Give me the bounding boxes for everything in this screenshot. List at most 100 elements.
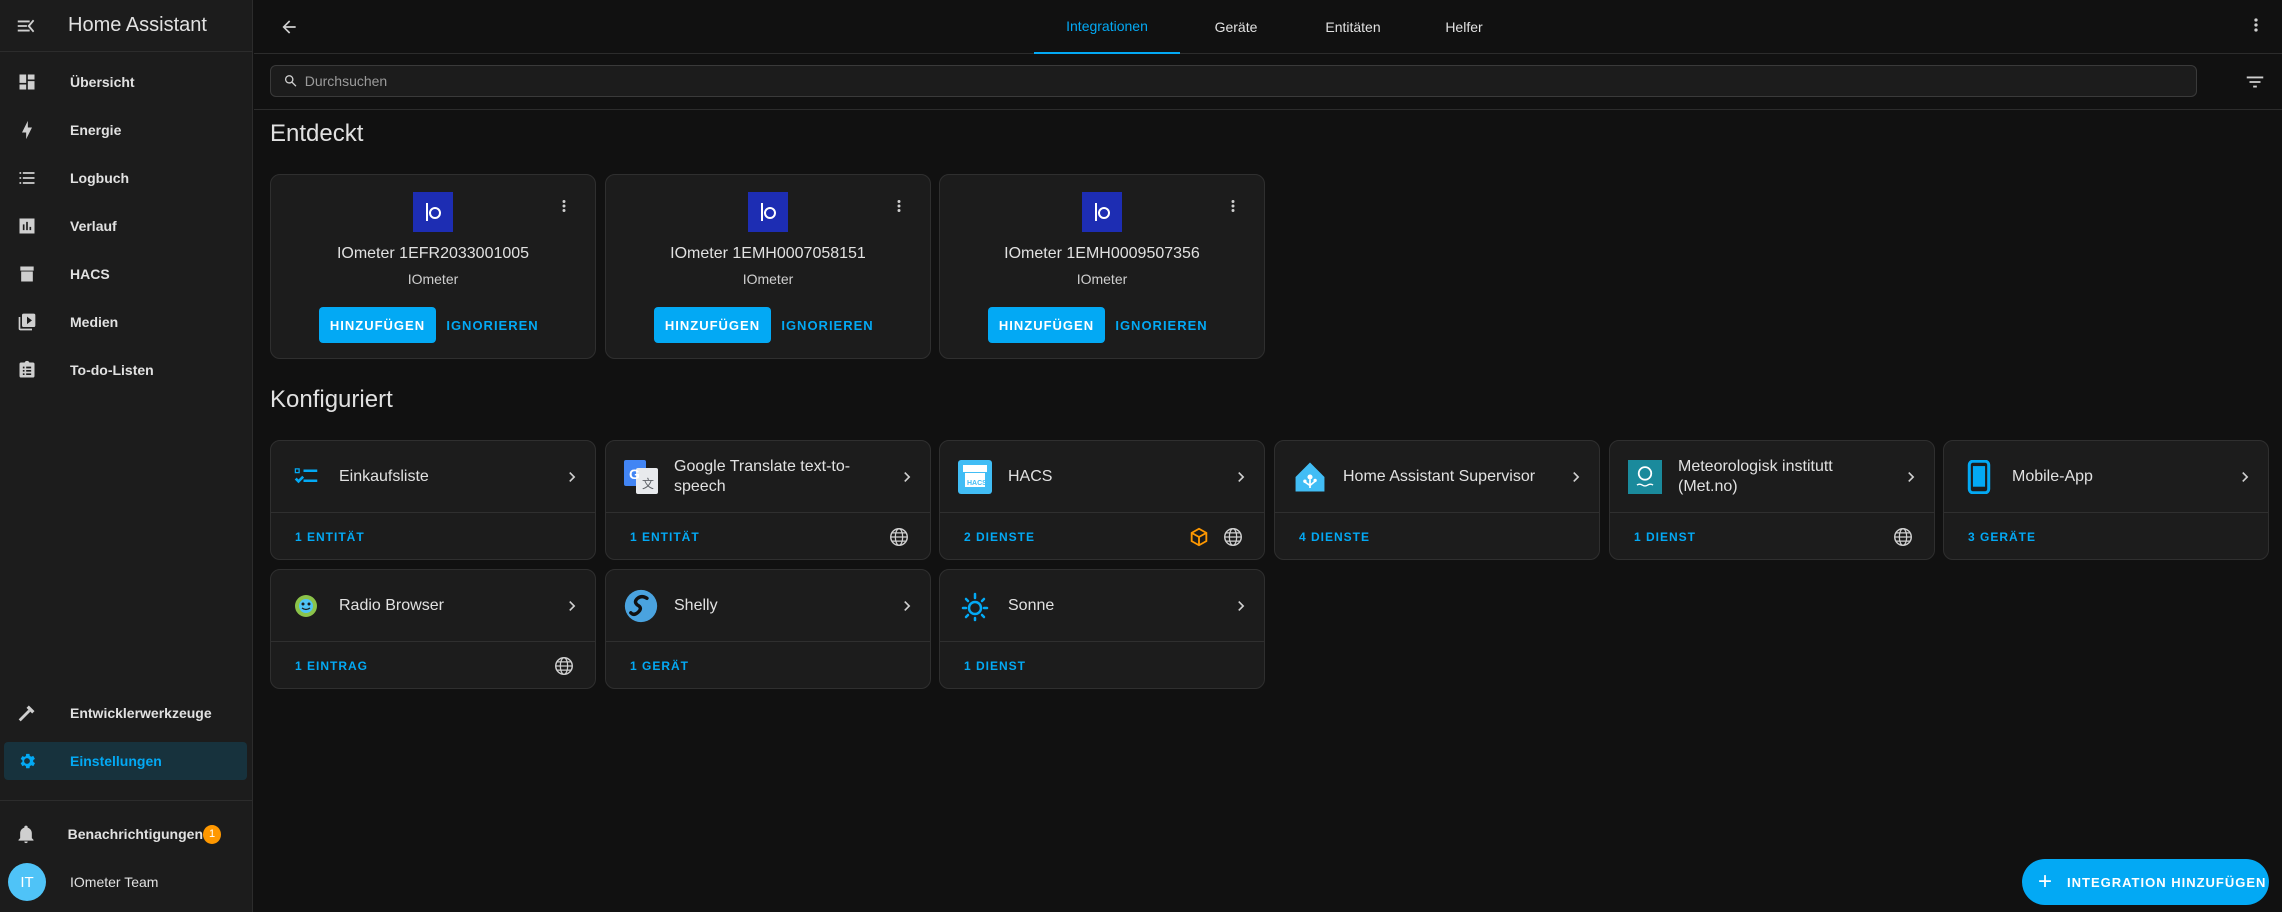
menu-icon — [17, 19, 35, 32]
device-name: IOmeter 1EMH0007058151 — [670, 245, 866, 262]
sidebar-item-label: Übersicht — [70, 74, 135, 90]
sidebar-item-notifications[interactable]: Benachrichtigungen 1 — [4, 815, 247, 853]
integration-card-shopping-list[interactable]: Einkaufsliste 1 ENTITÄT — [270, 440, 596, 560]
add-integration-button[interactable]: + INTEGRATION HINZUFÜGEN — [2022, 859, 2269, 905]
tab-entities[interactable]: Entitäten — [1308, 0, 1398, 54]
iometer-logo-icon — [1082, 192, 1122, 232]
card-menu-button[interactable] — [555, 197, 573, 220]
plus-icon: + — [2038, 868, 2054, 895]
integration-name: HACS — [1008, 467, 1053, 485]
add-button[interactable]: HINZUFÜGEN — [988, 307, 1105, 343]
svg-text:G: G — [629, 466, 640, 482]
integration-card-met-no[interactable]: Meteorologisk institutt (Met.no) 1 DIENS… — [1609, 440, 1935, 560]
search-box[interactable] — [270, 65, 2197, 97]
dots-vertical-icon — [897, 200, 901, 212]
chevron-right-icon — [1573, 472, 1580, 482]
card-menu-button[interactable] — [1224, 197, 1242, 220]
app-title: Home Assistant — [68, 14, 207, 36]
home-assistant-icon — [1293, 460, 1327, 494]
entities-link[interactable]: 1 ENTITÄT — [630, 530, 700, 544]
ignore-button[interactable]: IGNORIEREN — [445, 307, 540, 343]
chevron-right-icon — [1238, 472, 1245, 482]
integration-card-google-translate[interactable]: G文 Google Translate text-to-speech 1 ENT… — [605, 440, 931, 560]
integration-card-shelly[interactable]: Shelly 1 GERÄT — [605, 569, 931, 689]
ignore-button[interactable]: IGNORIEREN — [1114, 307, 1209, 343]
integration-card-radio-browser[interactable]: Radio Browser 1 EINTRAG — [270, 569, 596, 689]
integration-name: IOmeter — [407, 271, 459, 287]
svg-text:文: 文 — [642, 476, 654, 491]
sidebar-item-energy[interactable]: Energie — [4, 111, 247, 149]
services-link[interactable]: 1 DIENST — [1634, 530, 1696, 544]
tab-helpers[interactable]: Helfer — [1429, 0, 1499, 54]
hacs-icon — [20, 266, 34, 282]
dots-vertical-icon — [1231, 200, 1235, 212]
chevron-right-icon — [569, 472, 576, 482]
search-row — [254, 55, 2282, 110]
sidebar-item-label: Energie — [70, 122, 122, 138]
hammer-icon — [18, 705, 35, 722]
menu-toggle-button[interactable] — [0, 0, 52, 52]
sidebar-item-label: Entwicklerwerkzeuge — [70, 705, 212, 721]
sidebar-header: Home Assistant — [0, 0, 252, 52]
integration-name: Shelly — [674, 596, 718, 614]
sidebar-item-hacs[interactable]: HACS — [4, 255, 247, 293]
chevron-right-icon — [2242, 472, 2249, 482]
integration-name: Radio Browser — [339, 596, 444, 614]
add-integration-label: INTEGRATION HINZUFÜGEN — [2067, 874, 2267, 890]
search-input[interactable] — [304, 73, 2196, 89]
ignore-button[interactable]: IGNORIEREN — [780, 307, 875, 343]
sidebar-item-settings[interactable]: Einstellungen — [4, 742, 247, 780]
filter-icon — [2246, 76, 2264, 88]
device-name: IOmeter 1EMH0009507356 — [1004, 245, 1200, 262]
card-menu-button[interactable] — [890, 197, 908, 220]
sun-icon — [958, 589, 992, 623]
tab-integrations[interactable]: Integrationen — [1034, 0, 1180, 54]
avatar: IT — [8, 863, 46, 901]
sidebar-item-user[interactable]: IT IOmeter Team — [4, 863, 247, 901]
radio-browser-icon — [289, 589, 323, 623]
integration-name: Home Assistant Supervisor — [1343, 467, 1536, 485]
services-link[interactable]: 2 DIENSTE — [964, 530, 1035, 544]
chevron-right-icon — [1238, 601, 1245, 611]
add-button[interactable]: HINZUFÜGEN — [654, 307, 771, 343]
sidebar-item-overview[interactable]: Übersicht — [4, 63, 247, 101]
integration-name: IOmeter — [1076, 271, 1128, 287]
integration-card-supervisor[interactable]: Home Assistant Supervisor 4 DIENSTE — [1274, 440, 1600, 560]
services-link[interactable]: 1 DIENST — [964, 659, 1026, 673]
bell-icon — [18, 825, 34, 844]
shopping-list-icon — [289, 460, 323, 494]
devices-link[interactable]: 1 GERÄT — [630, 659, 689, 673]
entries-link[interactable]: 1 EINTRAG — [295, 659, 368, 673]
integration-card-sun[interactable]: Sonne 1 DIENST — [939, 569, 1265, 689]
arrow-left-icon — [282, 20, 296, 34]
entities-link[interactable]: 1 ENTITÄT — [295, 530, 365, 544]
sidebar-item-history[interactable]: Verlauf — [4, 207, 247, 245]
globe-icon — [890, 528, 908, 546]
globe-icon — [1224, 528, 1242, 546]
sidebar-item-label: To-do-Listen — [70, 362, 154, 378]
sidebar-item-logbook[interactable]: Logbuch — [4, 159, 247, 197]
chart-icon — [19, 218, 35, 234]
discovered-section-title: Entdeckt — [270, 120, 364, 147]
services-link[interactable]: 4 DIENSTE — [1299, 530, 1370, 544]
overflow-menu-button[interactable] — [2246, 15, 2266, 40]
globe-icon — [555, 657, 573, 675]
chevron-right-icon — [569, 601, 576, 611]
iometer-logo-icon — [748, 192, 788, 232]
filter-button[interactable] — [2244, 71, 2266, 98]
sidebar-item-label: Verlauf — [70, 218, 117, 234]
sidebar: Home Assistant Übersicht Energie Logbuch… — [0, 0, 253, 912]
tab-devices[interactable]: Geräte — [1196, 0, 1276, 54]
integration-card-hacs[interactable]: HACS HACS 2 DIENSTE — [939, 440, 1265, 560]
sidebar-item-media[interactable]: Medien — [4, 303, 247, 341]
chevron-right-icon — [904, 472, 911, 482]
integration-name: Google Translate text-to-speech — [674, 457, 851, 495]
add-button[interactable]: HINZUFÜGEN — [319, 307, 436, 343]
sidebar-item-todo[interactable]: To-do-Listen — [4, 351, 247, 389]
back-button[interactable] — [276, 14, 302, 40]
device-name: IOmeter 1EFR2033001005 — [336, 245, 530, 262]
integration-card-mobile-app[interactable]: Mobile-App 3 GERÄTE — [1943, 440, 2269, 560]
devices-link[interactable]: 3 GERÄTE — [1968, 530, 2036, 544]
sidebar-item-developer-tools[interactable]: Entwicklerwerkzeuge — [4, 694, 247, 732]
iometer-logo-icon — [413, 192, 453, 232]
